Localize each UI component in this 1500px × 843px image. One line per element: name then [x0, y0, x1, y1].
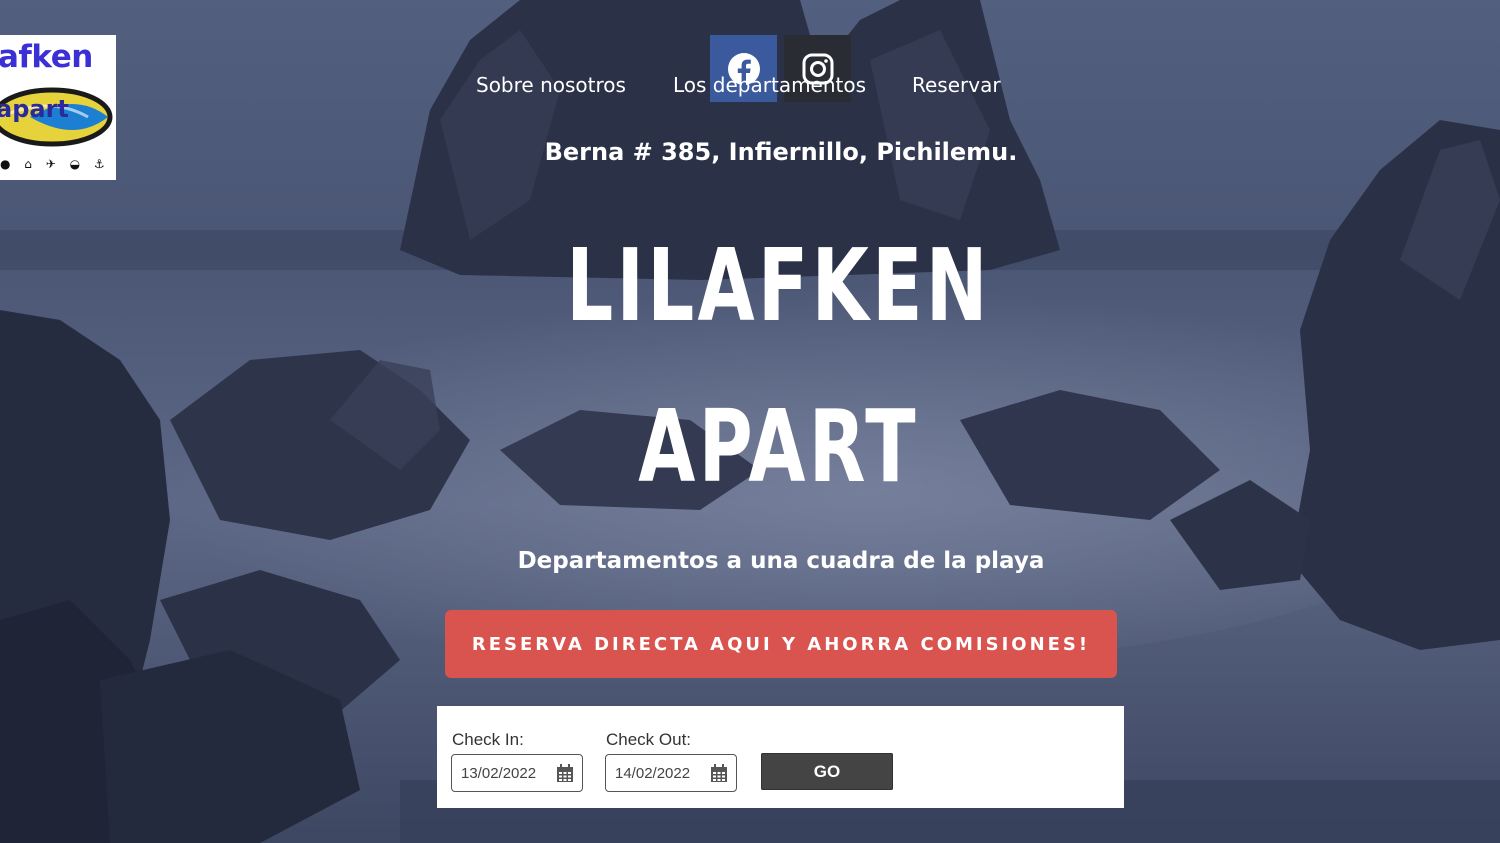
- go-button[interactable]: GO: [761, 753, 893, 790]
- checkout-date-value: 14/02/2022: [615, 764, 691, 782]
- booking-widget: Check In: 13/02/2022 Check Out: 14/02/20…: [437, 706, 1124, 808]
- address-text: Berna # 385, Infiernillo, Pichilemu.: [544, 138, 1018, 166]
- logo-subtitle: apart: [0, 95, 69, 123]
- logo-title: afken: [0, 39, 93, 75]
- nav-item-reservar[interactable]: Reservar: [912, 73, 1001, 97]
- calendar-icon[interactable]: [710, 764, 728, 783]
- hero-subtitle: Departamentos a una cuadra de la playa: [517, 548, 1045, 574]
- nav-item-sobre-nosotros[interactable]: Sobre nosotros: [476, 73, 626, 97]
- direct-booking-button[interactable]: RESERVA DIRECTA AQUI Y AHORRA COMISIONES…: [445, 610, 1117, 678]
- hero-title-line1: LILAFKEN: [566, 227, 991, 344]
- hero-section: afken apart ● ⌂ ✈ ◒ ⚓ Sobre nosotros Los…: [0, 0, 1500, 843]
- hero-title-line2: APART: [638, 388, 919, 505]
- nav-item-los-departamentos[interactable]: Los departamentos: [673, 73, 866, 97]
- calendar-icon[interactable]: [556, 764, 574, 783]
- checkin-date-value: 13/02/2022: [461, 764, 537, 782]
- checkout-label: Check Out:: [606, 730, 692, 749]
- checkin-date-input[interactable]: 13/02/2022: [451, 754, 583, 792]
- checkin-label: Check In:: [452, 730, 524, 749]
- checkout-date-input[interactable]: 14/02/2022: [605, 754, 737, 792]
